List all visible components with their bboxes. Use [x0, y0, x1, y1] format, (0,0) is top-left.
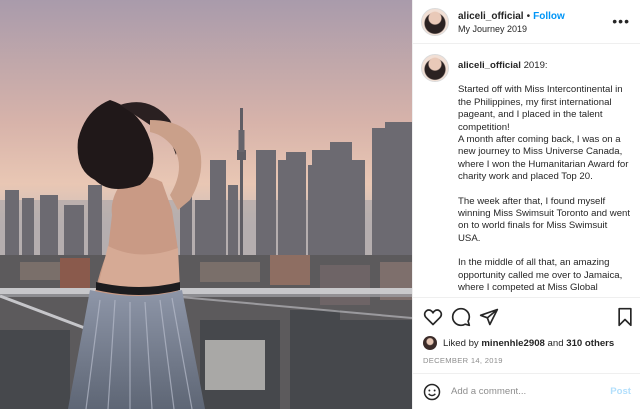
avatar[interactable] [421, 7, 449, 36]
header-username[interactable]: aliceli_official [458, 11, 524, 22]
caption-username[interactable]: aliceli_official [458, 60, 521, 71]
caption-title: aliceli_official 2019: [458, 60, 631, 72]
city-skyline-photo [0, 0, 412, 409]
post-detail-panel: aliceli_official • Follow My Journey 2019 … [412, 0, 640, 409]
caption-row: aliceli_official 2019: Started off with … [421, 51, 631, 296]
header-info: aliceli_official • Follow My Journey 2019 [458, 8, 565, 36]
likes-prefix: Liked by [443, 337, 479, 349]
likes-line: Liked by minenhle2908 and 310 others [423, 336, 614, 350]
liker-username[interactable]: minenhle2908 [481, 338, 544, 349]
comment-icon[interactable] [451, 307, 471, 327]
caption-paragraph: In the middle of all that, an amazing op… [458, 257, 623, 296]
more-horizontal-icon[interactable]: ••• [612, 13, 630, 29]
bookmark-icon[interactable] [615, 307, 635, 327]
post-photo[interactable] [0, 0, 412, 409]
caption-title-suffix: 2019: [520, 60, 548, 71]
location-link[interactable]: My Journey 2019 [458, 23, 565, 36]
post-header: aliceli_official • Follow My Journey 2019 … [413, 0, 640, 44]
caption-area: aliceli_official 2019: Started off with … [413, 51, 640, 296]
liker-avatar[interactable] [423, 336, 437, 350]
caption-paragraph: A month after coming back, I was on a ne… [458, 134, 629, 183]
follow-button[interactable]: Follow [533, 11, 565, 22]
heart-icon[interactable] [423, 307, 443, 327]
likes-count-link[interactable]: 310 others [566, 338, 614, 349]
smiley-icon[interactable] [423, 383, 441, 401]
caption-paragraph: Started off with Miss Intercontinental i… [458, 84, 623, 133]
comment-bar: Post [413, 373, 640, 409]
paper-plane-icon[interactable] [479, 307, 499, 327]
caption-avatar[interactable] [421, 54, 449, 82]
likes-middle: and [547, 337, 564, 349]
action-bar [413, 297, 640, 337]
caption-text: aliceli_official 2019: Started off with … [458, 51, 631, 296]
caption-paragraph: The week after that, I found myself winn… [458, 195, 631, 244]
separator-dot: • [526, 10, 531, 22]
post-comment-button[interactable]: Post [610, 386, 631, 397]
post-date[interactable]: DECEMBER 14, 2019 [423, 356, 503, 365]
comment-input[interactable] [451, 386, 601, 397]
